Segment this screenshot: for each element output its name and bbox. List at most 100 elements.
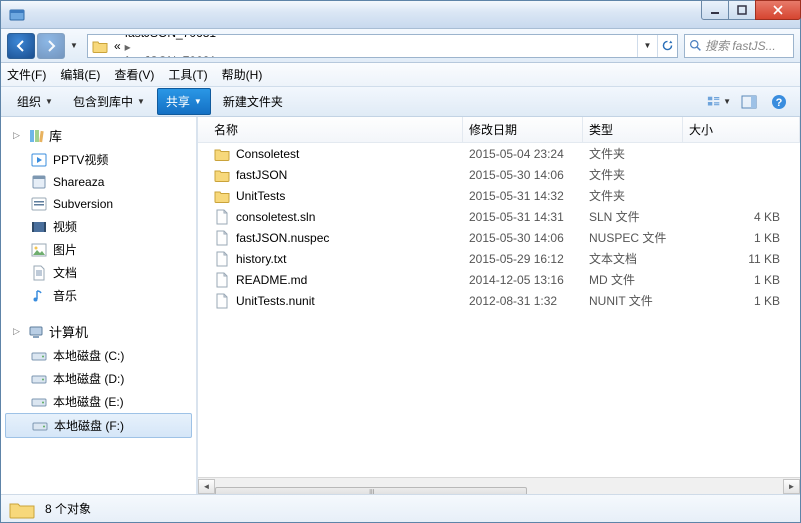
file-row[interactable]: fastJSON.nuspec2015-05-30 14:06NUSPEC 文件…: [198, 227, 800, 248]
file-name: consoletest.sln: [236, 210, 315, 224]
file-icon: [214, 209, 230, 225]
file-type: 文件夹: [583, 145, 683, 162]
col-header-size[interactable]: 大小: [683, 117, 800, 142]
file-name: history.txt: [236, 252, 286, 266]
file-row[interactable]: Consoletest2015-05-04 23:24文件夹: [198, 143, 800, 164]
breadcrumb-item[interactable]: fastJSON_70681: [123, 54, 221, 58]
tree-item[interactable]: 本地磁盘 (D:): [1, 367, 196, 390]
file-name: README.md: [236, 273, 307, 287]
folder-icon: [214, 167, 230, 183]
nav-history-dropdown[interactable]: ▼: [67, 33, 81, 59]
file-name: UnitTests: [236, 189, 285, 203]
file-row[interactable]: consoletest.sln2015-05-31 14:31SLN 文件4 K…: [198, 206, 800, 227]
tree-item[interactable]: 本地磁盘 (E:): [1, 390, 196, 413]
file-type: NUNIT 文件: [583, 292, 683, 309]
navigation-pane[interactable]: ▷ 库 PPTV视频ShareazaSubversion视频图片文档音乐 ▷ 计…: [1, 117, 196, 494]
tree-label: 音乐: [53, 287, 77, 304]
col-header-date[interactable]: 修改日期: [463, 117, 583, 142]
collapse-icon: ▷: [13, 130, 23, 141]
horizontal-scrollbar[interactable]: ◄ ►: [198, 477, 800, 494]
status-text: 8 个对象: [45, 500, 91, 517]
file-row[interactable]: fastJSON2015-05-30 14:06文件夹: [198, 164, 800, 185]
drive-icon: [32, 418, 48, 434]
col-header-type[interactable]: 类型: [583, 117, 683, 142]
folder-icon: [214, 146, 230, 162]
tree-label: 文档: [53, 264, 77, 281]
file-name: Consoletest: [236, 147, 299, 161]
tree-item[interactable]: 视频: [1, 215, 196, 238]
tree-libraries: ▷ 库 PPTV视频ShareazaSubversion视频图片文档音乐: [1, 123, 196, 307]
close-button[interactable]: [755, 0, 801, 20]
scroll-right-button[interactable]: ►: [783, 479, 800, 494]
file-row[interactable]: history.txt2015-05-29 16:12文本文档11 KB: [198, 248, 800, 269]
share-button[interactable]: 共享 ▼: [157, 88, 211, 115]
search-placeholder: 搜索 fastJS...: [705, 37, 776, 54]
tree-item[interactable]: PPTV视频: [1, 148, 196, 171]
search-input[interactable]: 搜索 fastJS...: [684, 34, 794, 58]
tree-item[interactable]: 本地磁盘 (F:): [5, 413, 192, 438]
col-header-name[interactable]: 名称: [208, 117, 463, 142]
maximize-button[interactable]: [728, 0, 756, 20]
file-date: 2015-05-29 16:12: [463, 252, 583, 266]
menu-tools[interactable]: 工具(T): [168, 66, 207, 83]
forward-button[interactable]: [37, 33, 65, 59]
tree-item[interactable]: Subversion: [1, 193, 196, 215]
file-size: 4 KB: [683, 210, 800, 224]
refresh-button[interactable]: [657, 35, 677, 57]
menu-edit[interactable]: 编辑(E): [60, 66, 100, 83]
menu-help[interactable]: 帮助(H): [222, 66, 263, 83]
menu-view[interactable]: 查看(V): [114, 66, 154, 83]
file-type: MD 文件: [583, 271, 683, 288]
drive-icon: [31, 371, 47, 387]
menu-file[interactable]: 文件(F): [7, 66, 46, 83]
preview-pane-button[interactable]: [736, 91, 762, 113]
file-name: fastJSON.nuspec: [236, 231, 329, 245]
file-type: 文本文档: [583, 250, 683, 267]
file-row[interactable]: README.md2014-12-05 13:16MD 文件1 KB: [198, 269, 800, 290]
tree-item[interactable]: 文档: [1, 261, 196, 284]
file-name: UnitTests.nunit: [236, 294, 315, 308]
computer-icon: [28, 324, 44, 340]
tree-label: 本地磁盘 (E:): [53, 393, 124, 410]
body: ▷ 库 PPTV视频ShareazaSubversion视频图片文档音乐 ▷ 计…: [1, 117, 800, 494]
tree-header-computer[interactable]: ▷ 计算机: [1, 319, 196, 344]
folder-icon: [9, 499, 35, 519]
tree-item[interactable]: 音乐: [1, 284, 196, 307]
include-library-button[interactable]: 包含到库中 ▼: [65, 89, 153, 114]
newfolder-button[interactable]: 新建文件夹: [215, 89, 291, 114]
view-mode-button[interactable]: ▼: [706, 91, 732, 113]
tree-label: 本地磁盘 (D:): [53, 370, 124, 387]
breadcrumb-item[interactable]: fastJSON_70681: [123, 34, 221, 41]
content-pane: 名称 修改日期 类型 大小 Consoletest2015-05-04 23:2…: [198, 117, 800, 494]
file-size: 1 KB: [683, 273, 800, 287]
organize-button[interactable]: 组织 ▼: [9, 89, 61, 114]
folder-icon: [214, 188, 230, 204]
address-dropdown[interactable]: ▼: [637, 35, 657, 57]
file-date: 2015-05-30 14:06: [463, 168, 583, 182]
collapse-icon: ▷: [13, 326, 23, 337]
file-date: 2015-05-30 14:06: [463, 231, 583, 245]
scroll-left-button[interactable]: ◄: [198, 479, 215, 494]
file-icon: [214, 293, 230, 309]
tree-item[interactable]: 本地磁盘 (C:): [1, 344, 196, 367]
address-bar[interactable]: « ▸软件下载1▸fastJSON_70681▸fastJSON_70681▸f…: [87, 34, 678, 58]
minimize-button[interactable]: [701, 0, 729, 20]
file-row[interactable]: UnitTests2015-05-31 14:32文件夹: [198, 185, 800, 206]
chevron-right-icon: ▸: [123, 40, 133, 54]
tree-header-libraries[interactable]: ▷ 库: [1, 123, 196, 148]
svn-icon: [31, 196, 47, 212]
tree-label: 图片: [53, 241, 77, 258]
scroll-thumb[interactable]: [215, 487, 527, 494]
file-row[interactable]: UnitTests.nunit2012-08-31 1:32NUNIT 文件1 …: [198, 290, 800, 311]
file-icon: [214, 251, 230, 267]
tree-item[interactable]: Shareaza: [1, 171, 196, 193]
help-button[interactable]: ?: [766, 91, 792, 113]
file-list[interactable]: Consoletest2015-05-04 23:24文件夹fastJSON20…: [198, 143, 800, 477]
pic-icon: [31, 242, 47, 258]
tree-label: 本地磁盘 (C:): [53, 347, 124, 364]
back-button[interactable]: [7, 33, 35, 59]
tree-item[interactable]: 图片: [1, 238, 196, 261]
file-date: 2012-08-31 1:32: [463, 294, 583, 308]
file-icon: [214, 272, 230, 288]
file-date: 2015-05-31 14:32: [463, 189, 583, 203]
